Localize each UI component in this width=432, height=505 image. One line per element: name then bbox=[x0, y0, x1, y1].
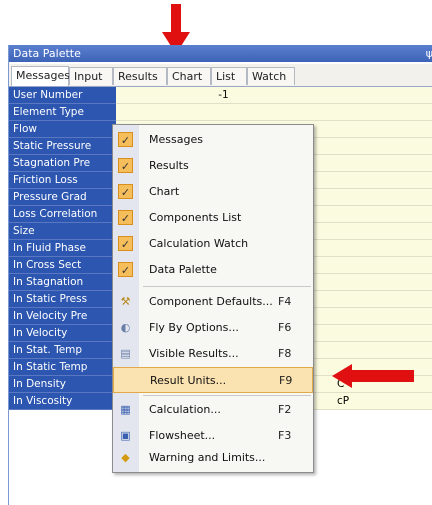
property-label: In Static Press bbox=[9, 291, 116, 308]
menu-item-label: Results bbox=[149, 159, 189, 172]
tab-watch[interactable]: Watch bbox=[247, 67, 295, 85]
menu-item-calculation[interactable]: ▦ Calculation... F2 bbox=[113, 397, 313, 423]
calculation-icon: ▦ bbox=[120, 403, 131, 416]
tab-results[interactable]: Results bbox=[113, 67, 167, 85]
property-unit bbox=[331, 240, 432, 257]
property-unit bbox=[331, 104, 432, 121]
property-unit bbox=[331, 308, 432, 325]
menu-item-visible-results[interactable]: ▤ Visible Results... F8 bbox=[113, 341, 313, 367]
tab-bar: Messages Input Results Chart List Watch bbox=[9, 64, 432, 87]
property-label: Friction Loss bbox=[9, 172, 116, 189]
menu-shortcut: F9 bbox=[279, 374, 293, 387]
menu-item-result-units[interactable]: Result Units... F9 bbox=[113, 367, 313, 393]
property-unit bbox=[331, 87, 432, 104]
property-label: In Velocity bbox=[9, 325, 116, 342]
menu-item-chart[interactable]: ✓ Chart bbox=[113, 179, 313, 205]
fly-by-icon: ◐ bbox=[120, 321, 131, 334]
tab-list[interactable]: List bbox=[211, 67, 247, 85]
menu-shortcut: F2 bbox=[278, 403, 292, 416]
menu-item-component-defaults[interactable]: ⚒ Component Defaults... F4 bbox=[113, 289, 313, 315]
tab-chart[interactable]: Chart bbox=[167, 67, 211, 85]
property-unit bbox=[331, 223, 432, 240]
flowsheet-icon: ▣ bbox=[120, 429, 131, 442]
tab-input[interactable]: Input bbox=[69, 67, 113, 85]
check-icon: ✓ bbox=[118, 262, 133, 277]
check-icon: ✓ bbox=[118, 184, 133, 199]
tab-messages[interactable]: Messages bbox=[11, 66, 70, 86]
property-unit bbox=[331, 138, 432, 155]
window-titlebar[interactable]: Data Palette ψ bbox=[9, 45, 432, 62]
property-label: Element Type bbox=[9, 104, 116, 121]
property-unit bbox=[331, 206, 432, 223]
menu-separator bbox=[143, 286, 311, 287]
menu-item-label: Components List bbox=[149, 211, 242, 224]
menu-item-warning-and-limits[interactable]: ◆ Warning and Limits... bbox=[113, 445, 313, 471]
menu-item-data-palette[interactable]: ✓ Data Palette bbox=[113, 257, 313, 283]
context-menu: ✓ Messages ✓ Results ✓ Chart ✓ Component… bbox=[112, 124, 314, 473]
property-label: Static Pressure bbox=[9, 138, 116, 155]
menu-item-components-list[interactable]: ✓ Components List bbox=[113, 205, 313, 231]
menu-item-label: Visible Results... bbox=[149, 347, 239, 360]
property-label: In Stagnation bbox=[9, 274, 116, 291]
property-unit bbox=[331, 172, 432, 189]
menu-item-calculation-watch[interactable]: ✓ Calculation Watch bbox=[113, 231, 313, 257]
property-row[interactable]: User Number -1 bbox=[9, 87, 432, 104]
property-label: Pressure Grad bbox=[9, 189, 116, 206]
menu-item-label: Warning and Limits... bbox=[149, 451, 266, 464]
property-label: Stagnation Pre bbox=[9, 155, 116, 172]
property-unit bbox=[331, 325, 432, 342]
check-icon: ✓ bbox=[118, 132, 133, 147]
property-label: In Cross Sect bbox=[9, 257, 116, 274]
annotation-arrow-left bbox=[332, 364, 414, 388]
property-unit bbox=[331, 257, 432, 274]
property-label: Loss Correlation bbox=[9, 206, 116, 223]
menu-shortcut: F6 bbox=[278, 321, 292, 334]
menu-shortcut: F8 bbox=[278, 347, 292, 360]
menu-item-label: Data Palette bbox=[149, 263, 217, 276]
property-label: In Density bbox=[9, 376, 116, 393]
menu-item-label: Result Units... bbox=[150, 374, 227, 387]
property-label: In Viscosity bbox=[9, 393, 116, 410]
property-label: In Fluid Phase bbox=[9, 240, 116, 257]
check-icon: ✓ bbox=[118, 236, 133, 251]
property-label: Size bbox=[9, 223, 116, 240]
property-unit bbox=[331, 274, 432, 291]
property-label: In Stat. Temp bbox=[9, 342, 116, 359]
menu-shortcut: F4 bbox=[278, 295, 292, 308]
menu-item-label: Fly By Options... bbox=[149, 321, 239, 334]
property-value[interactable]: -1 bbox=[116, 87, 331, 104]
property-value[interactable] bbox=[116, 104, 331, 121]
menu-item-results[interactable]: ✓ Results bbox=[113, 153, 313, 179]
menu-item-label: Calculation... bbox=[149, 403, 221, 416]
warning-icon: ◆ bbox=[121, 451, 130, 464]
visible-results-icon: ▤ bbox=[120, 347, 131, 360]
check-icon: ✓ bbox=[118, 158, 133, 173]
menu-item-label: Calculation Watch bbox=[149, 237, 249, 250]
menu-item-label: Chart bbox=[149, 185, 180, 198]
property-label: In Velocity Pre bbox=[9, 308, 116, 325]
property-unit bbox=[331, 189, 432, 206]
menu-item-label: Messages bbox=[149, 133, 203, 146]
property-unit bbox=[331, 155, 432, 172]
property-unit: cP bbox=[331, 393, 432, 410]
property-unit bbox=[331, 121, 432, 138]
property-row[interactable]: Element Type bbox=[9, 104, 432, 121]
pin-icon[interactable]: ψ bbox=[426, 45, 432, 62]
property-unit bbox=[331, 291, 432, 308]
menu-item-messages[interactable]: ✓ Messages bbox=[113, 127, 313, 153]
window-title: Data Palette bbox=[13, 47, 81, 60]
property-label: Flow bbox=[9, 121, 116, 138]
menu-item-label: Component Defaults... bbox=[149, 295, 273, 308]
menu-separator bbox=[143, 395, 311, 396]
check-icon: ✓ bbox=[118, 210, 133, 225]
menu-item-fly-by-options[interactable]: ◐ Fly By Options... F6 bbox=[113, 315, 313, 341]
property-label: User Number bbox=[9, 87, 116, 104]
property-label: In Static Temp bbox=[9, 359, 116, 376]
property-unit bbox=[331, 342, 432, 359]
component-defaults-icon: ⚒ bbox=[120, 295, 131, 308]
